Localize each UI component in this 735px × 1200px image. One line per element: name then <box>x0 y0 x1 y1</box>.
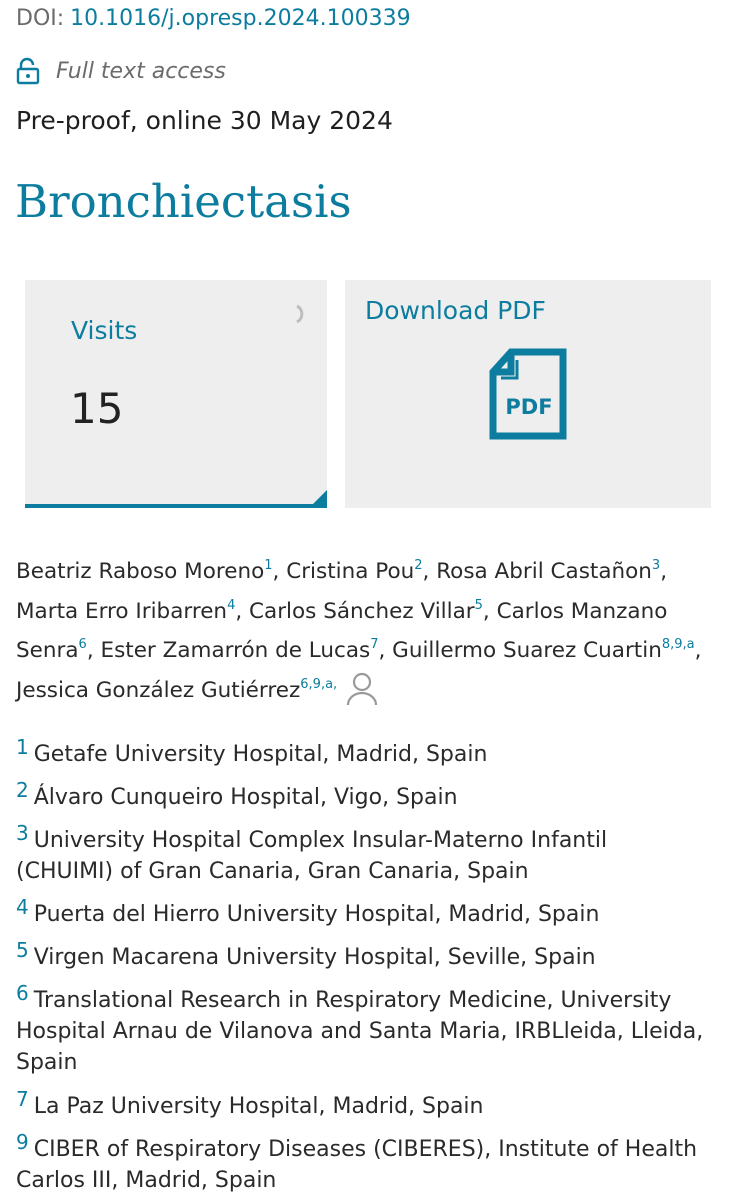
visits-count: 15 <box>70 384 124 433</box>
affiliation-text: Virgen Macarena University Hospital, Sev… <box>33 945 596 970</box>
author-affiliation-ref[interactable]: 2 <box>414 558 422 573</box>
visits-label: Visits <box>71 316 138 345</box>
access-text: Full text access <box>56 58 226 84</box>
author-name[interactable]: Senra <box>16 638 79 663</box>
unlock-icon <box>16 57 40 85</box>
author-name[interactable]: Cristina Pou <box>286 559 414 584</box>
pdf-file-icon: PDF <box>489 348 567 440</box>
affiliation-item: 6 Translational Research in Respiratory M… <box>16 978 716 1078</box>
author-name[interactable]: Marta Erro Iribarren <box>16 599 227 624</box>
author-affiliation-ref[interactable]: 6 <box>79 637 87 652</box>
affiliation-text: Puerta del Hierro University Hospital, M… <box>33 902 600 927</box>
affiliation-number: 7 <box>16 1087 29 1111</box>
author-name[interactable]: Beatriz Raboso Moreno <box>16 559 264 584</box>
affiliation-item: 9 CIBER of Respiratory Diseases (CIBERES)… <box>16 1127 716 1196</box>
author-name[interactable]: Jessica González Gutiérrez <box>16 678 300 703</box>
affiliation-text: CIBER of Respiratory Diseases (CIBERES),… <box>33 1137 698 1162</box>
affiliation-number: 5 <box>16 938 29 962</box>
affiliation-item: 5 Virgen Macarena University Hospital, Se… <box>16 935 716 973</box>
doi-row: DOI: 10.1016/j.opresp.2024.100339 <box>16 4 411 34</box>
author-affiliation-ref[interactable]: 5 <box>475 598 483 613</box>
visits-card: Visits 15 <box>25 280 327 508</box>
affiliation-text: University Hospital Complex Insular-Mate… <box>33 828 608 853</box>
affiliation-number: 6 <box>16 981 29 1005</box>
loading-icon <box>296 304 304 324</box>
author-name[interactable]: Ester Zamarrón de Lucas <box>100 638 370 663</box>
author-affiliation-ref[interactable]: 6,9,a, <box>300 677 337 692</box>
access-badge: Full text access <box>16 56 226 86</box>
affiliation-number: 3 <box>16 821 29 845</box>
download-pdf-button[interactable]: Download PDF PDF <box>345 280 711 508</box>
affiliation-text: Spain <box>16 1050 78 1075</box>
author-affiliation-ref[interactable]: 7 <box>370 637 378 652</box>
affiliation-number: 4 <box>16 895 29 919</box>
pdf-icon-text: PDF <box>505 395 552 419</box>
affiliation-item: 1 Getafe University Hospital, Madrid, Spa… <box>16 732 716 770</box>
article-title: Bronchiectasis <box>15 175 352 228</box>
doi-link[interactable]: 10.1016/j.opresp.2024.100339 <box>70 6 410 31</box>
author-affiliation-ref[interactable]: 3 <box>652 558 660 573</box>
author-name[interactable]: Rosa Abril Castañon <box>436 559 652 584</box>
affiliation-text: Hospital Arnau de Vilanova and Santa Mar… <box>16 1019 704 1044</box>
author-name[interactable]: Guillermo Suarez Cuartin <box>392 638 662 663</box>
affiliation-text: Álvaro Cunqueiro Hospital, Vigo, Spain <box>33 785 458 810</box>
affiliation-number: 9 <box>16 1130 29 1154</box>
author-line: Senra6, Ester Zamarrón de Lucas7, Guille… <box>16 637 702 663</box>
affiliation-item: 2 Álvaro Cunqueiro Hospital, Vigo, Spain <box>16 775 716 813</box>
affiliation-text: La Paz University Hospital, Madrid, Spai… <box>33 1094 484 1119</box>
author-line: Jessica González Gutiérrez6,9,a, <box>16 671 716 711</box>
corresponding-author-icon[interactable] <box>345 671 379 707</box>
doi-label: DOI: <box>16 6 65 31</box>
affiliation-text: (CHUIMI) of Gran Canaria, Gran Canaria, … <box>16 859 529 884</box>
author-affiliation-ref[interactable]: 8,9,a <box>662 637 695 652</box>
affiliation-item: 3 University Hospital Complex Insular-Mat… <box>16 818 716 887</box>
author-name[interactable]: Carlos Sánchez Villar <box>249 599 475 624</box>
affiliation-text: Carlos III, Madrid, Spain <box>16 1168 277 1193</box>
author-list: Beatriz Raboso Moreno1, Cristina Pou2, R… <box>16 552 716 710</box>
author-line: Beatriz Raboso Moreno1, Cristina Pou2, R… <box>16 558 668 584</box>
download-pdf-label: Download PDF <box>365 296 546 325</box>
affiliation-item: 4 Puerta del Hierro University Hospital, … <box>16 892 716 930</box>
affiliation-number: 1 <box>16 735 29 759</box>
affiliation-item: 7 La Paz University Hospital, Madrid, Spa… <box>16 1084 716 1122</box>
affiliation-text: Translational Research in Respiratory Me… <box>33 988 672 1013</box>
affiliation-number: 2 <box>16 778 29 802</box>
publication-status: Pre-proof, online 30 May 2024 <box>16 106 393 135</box>
author-name[interactable]: Carlos Manzano <box>497 599 668 624</box>
author-line: Marta Erro Iribarren4, Carlos Sánchez Vi… <box>16 597 668 624</box>
author-affiliation-ref[interactable]: 4 <box>227 598 235 613</box>
affiliation-text: Getafe University Hospital, Madrid, Spai… <box>33 742 488 767</box>
author-affiliation-ref[interactable]: 1 <box>264 558 272 573</box>
corner-triangle-icon <box>313 490 327 504</box>
